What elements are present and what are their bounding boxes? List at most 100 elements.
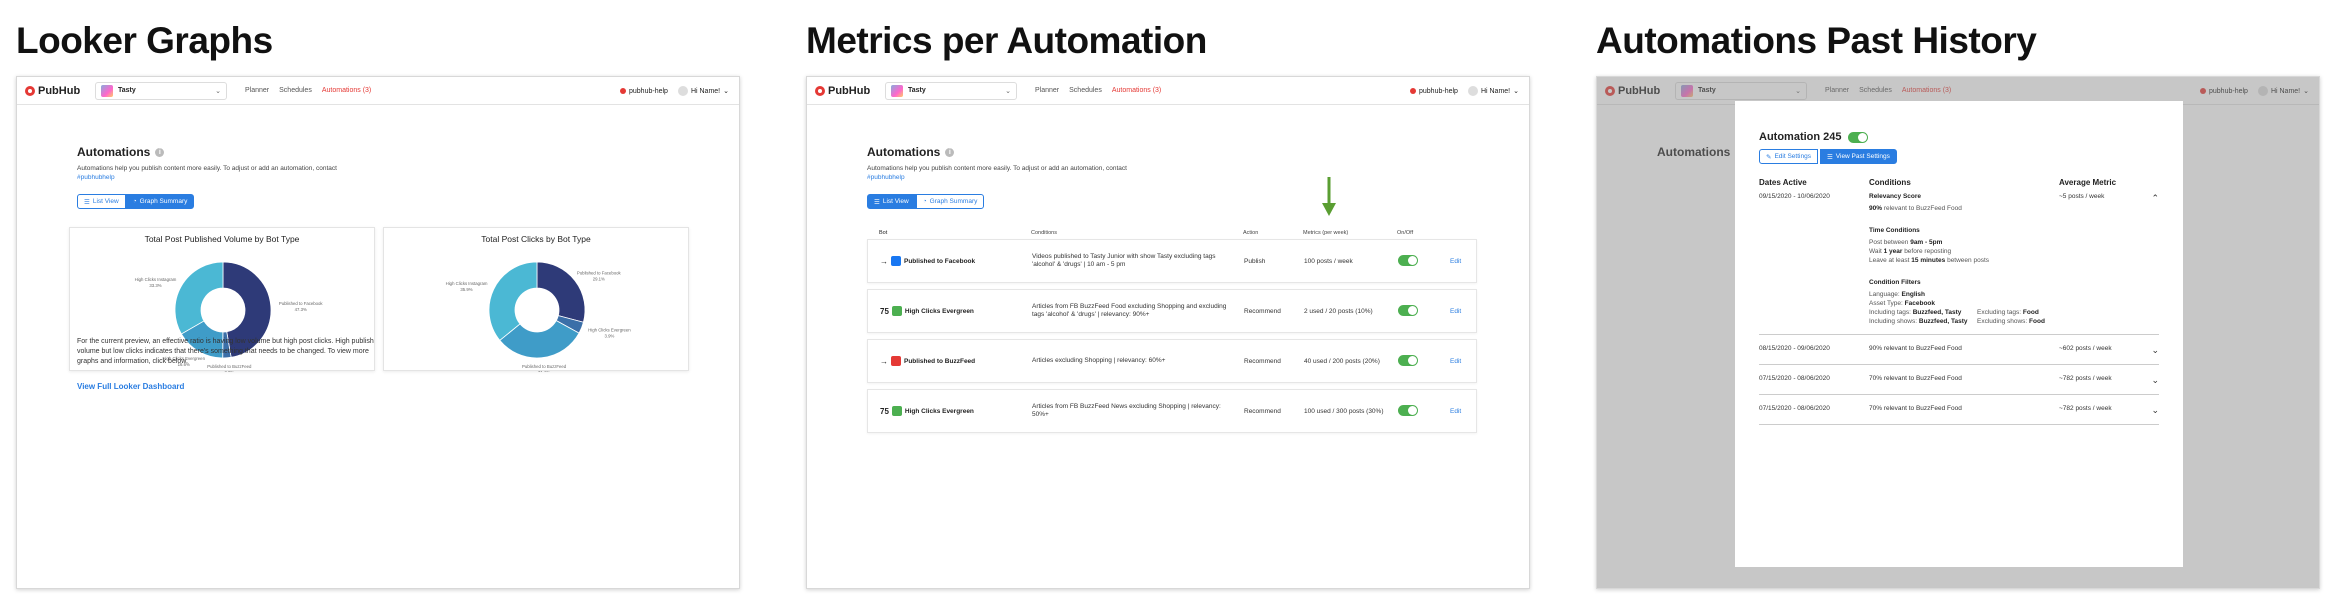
history-row[interactable]: 08/15/2020 - 09/06/2020 90% relevant to … [1759, 335, 2159, 365]
page-description: Automations help you publish content mor… [77, 164, 347, 182]
help-label: pubhub-help [629, 87, 668, 95]
row-conditions: Videos published to Tasty Junior with sh… [1032, 253, 1216, 268]
page-title-text: Automations [77, 145, 151, 159]
edit-link[interactable]: Edit [1450, 308, 1461, 315]
value: Food [2029, 318, 2045, 325]
row-action: Recommend [1244, 407, 1281, 415]
bot-type-icon: 75 [880, 306, 889, 316]
value: 15 minutes [1911, 257, 1946, 264]
label: Post between [1869, 239, 1909, 246]
modal-title-text: Automation 245 [1759, 131, 1842, 143]
help-link[interactable]: pubhub-help [620, 88, 668, 95]
row-action: Recommend [1244, 307, 1281, 315]
chevron-down-icon: ⌄ [723, 88, 729, 95]
info-icon[interactable]: i [945, 147, 955, 157]
slice-label: Published to Facebook [577, 271, 622, 276]
help-link[interactable]: pubhub-help [1410, 88, 1458, 95]
top-nav: PubHub Tasty ⌄ Planner Schedules Automati… [807, 77, 1529, 105]
on-off-toggle[interactable] [1398, 404, 1418, 416]
view-past-label: View Past Settings [1835, 153, 1890, 160]
graph-summary-button[interactable]: ◔ Graph Summary [915, 194, 985, 209]
table-row[interactable]: 75 High Clicks Evergreen Articles from FB… [867, 289, 1477, 333]
label: Leave at least [1869, 257, 1910, 264]
pubhub-logo[interactable]: PubHub [815, 85, 885, 97]
col-conditions: Conditions [1869, 178, 1911, 187]
label: Including shows: [1869, 318, 1918, 325]
view-past-settings-button[interactable]: ☰ View Past Settings [1819, 149, 1897, 164]
graph-summary-label: Graph Summary [139, 198, 188, 205]
nav-automations[interactable]: Automations (3) [1112, 87, 1161, 94]
looker-dashboard-link[interactable]: View Full Looker Dashboard [77, 382, 184, 391]
history-row[interactable]: 07/15/2020 - 08/06/2020 70% relevant to … [1759, 365, 2159, 395]
table-row[interactable]: 75 High Clicks Evergreen Articles from FB… [867, 389, 1477, 433]
table-row[interactable]: → Published to BuzzFeed Articles excludin… [867, 339, 1477, 383]
user-greeting: Hi Name! [690, 87, 721, 95]
history-row[interactable]: 07/15/2020 - 08/06/2020 70% relevant to … [1759, 395, 2159, 425]
list-view-button[interactable]: ☰ List View [867, 194, 916, 209]
nav-schedules[interactable]: Schedules [279, 87, 312, 94]
chevron-down-icon[interactable]: ⌄ [2141, 345, 2159, 356]
user-menu[interactable]: Hi Name! ⌄ [1467, 86, 1519, 96]
edit-link[interactable]: Edit [1450, 358, 1461, 365]
brand-selector[interactable]: Tasty ⌄ [95, 81, 227, 100]
donut-chart-clicks: Published to Facebook29.1% High Clicks Ev… [446, 261, 631, 372]
pie-slice[interactable] [488, 261, 538, 341]
brand-selector[interactable]: Tasty ⌄ [885, 81, 1017, 100]
list-icon: ☰ [1826, 153, 1833, 161]
chevron-down-icon[interactable]: ⌄ [2141, 405, 2159, 416]
logo-text: PubHub [828, 84, 871, 97]
bot-type-icon: 75 [880, 406, 889, 416]
value: Food [2022, 309, 2039, 316]
chevron-down-icon[interactable]: ⌄ [2141, 375, 2159, 386]
contact-link[interactable]: #pubhubhelp [77, 174, 115, 181]
on-off-toggle[interactable] [1398, 304, 1418, 316]
edit-link[interactable]: Edit [1450, 258, 1461, 265]
time-conditions: Post between 9am - 5pm Wait 1 year befor… [1869, 238, 2059, 265]
label: between posts [1947, 257, 1989, 264]
chart-card-clicks: Total Post Clicks by Bot Type Published … [383, 227, 689, 372]
row-metric: ~5 posts / week [2059, 193, 2105, 200]
page-description: Automations help you publish content mor… [867, 164, 1137, 182]
help-label: pubhub-help [1419, 87, 1458, 95]
value: Facebook [1904, 300, 1935, 307]
filter-tags: Including tags: Buzzfeed, Tasty Excluding… [1869, 308, 2059, 317]
slice-label: High Clicks Instagram [135, 277, 177, 282]
edit-settings-button[interactable]: ✎ Edit Settings [1759, 149, 1818, 164]
time-leave: Leave at least 15 minutes between posts [1869, 256, 2059, 265]
contact-link[interactable]: #pubhubhelp [867, 174, 905, 181]
time-conditions-title: Time Conditions [1869, 227, 1920, 234]
row-conditions: Articles excluding Shopping | relevancy:… [1032, 357, 1166, 364]
info-icon[interactable]: i [155, 147, 165, 157]
automation-history-modal: Automation 245 ✎ Edit Settings ☰ View Past… [1735, 101, 2183, 567]
nav-planner[interactable]: Planner [245, 87, 269, 94]
col-conditions: Conditions [1031, 230, 1057, 236]
label: before reposting [1904, 248, 1952, 255]
graph-icon: ◔ [132, 198, 137, 205]
chevron-up-icon[interactable]: ⌃ [2141, 193, 2159, 204]
table-row[interactable]: → Published to Facebook Videos published … [867, 239, 1477, 283]
row-action: Publish [1244, 257, 1266, 265]
nav-automations[interactable]: Automations (3) [322, 87, 371, 94]
nav-planner[interactable]: Planner [1035, 87, 1059, 94]
brand-name: Tasty [118, 87, 136, 94]
list-view-button[interactable]: ☰ List View [77, 194, 126, 209]
avatar [677, 86, 688, 96]
row-conditions: Articles from FB BuzzFeed News excluding… [1032, 403, 1221, 418]
on-off-toggle[interactable] [1398, 354, 1418, 366]
edit-link[interactable]: Edit [1450, 408, 1461, 415]
view-toggle: ☰ List View ◔ Graph Summary [77, 194, 679, 209]
automation-toggle[interactable] [1847, 131, 1868, 143]
label: Wait [1869, 248, 1882, 255]
slice-label: Published to BuzzFeed [522, 364, 567, 369]
user-menu[interactable]: Hi Name! ⌄ [677, 86, 729, 96]
pubhub-logo[interactable]: PubHub [25, 85, 95, 97]
list-view-label: List View [92, 198, 119, 205]
graph-summary-button[interactable]: ◔ Graph Summary [125, 194, 195, 209]
logo-text: PubHub [38, 84, 81, 97]
pie-slice[interactable] [174, 261, 224, 335]
col-metrics: Metrics (per week) [1303, 230, 1349, 236]
nav-schedules[interactable]: Schedules [1069, 87, 1102, 94]
help-icon [1410, 88, 1416, 94]
on-off-toggle[interactable] [1398, 254, 1418, 266]
row-metric: 100 posts / week [1304, 257, 1353, 265]
